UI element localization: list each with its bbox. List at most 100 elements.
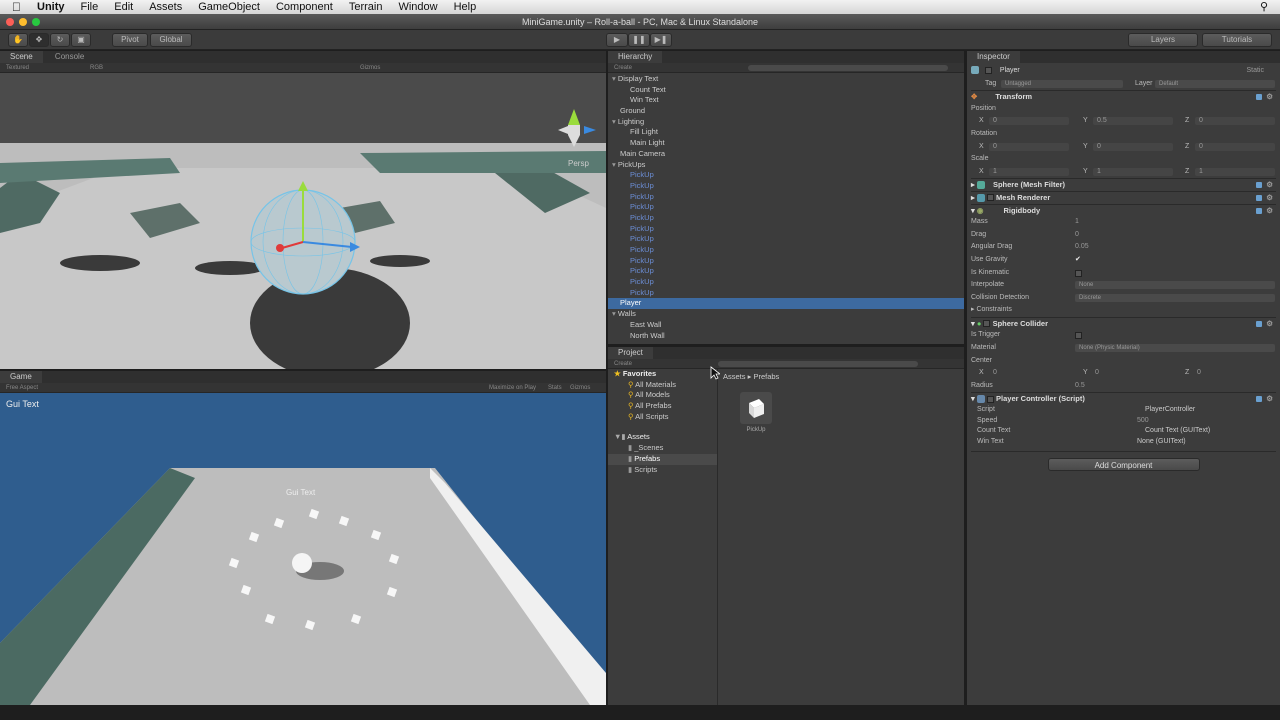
- active-checkbox[interactable]: [984, 66, 992, 74]
- count-text-field[interactable]: Count Text (GUIText): [1145, 426, 1210, 437]
- drag-field[interactable]: 0: [1075, 229, 1079, 242]
- hierarchy-item-east-wall[interactable]: East Wall: [608, 320, 964, 331]
- minimize-window-button[interactable]: [19, 18, 27, 26]
- sphere-collider-enabled-checkbox[interactable]: [983, 320, 991, 328]
- rotate-tool-button[interactable]: ↻: [50, 33, 70, 47]
- tab-project[interactable]: Project: [608, 347, 653, 359]
- rigidbody-header[interactable]: ▾ ◉ Rigidbody ⚙: [971, 203, 1276, 217]
- menu-terrain[interactable]: Terrain: [341, 0, 391, 14]
- layers-dropdown[interactable]: Layers: [1128, 33, 1198, 47]
- hierarchy-item-pickup[interactable]: PickUp: [608, 213, 964, 224]
- menu-gameobject[interactable]: GameObject: [190, 0, 268, 14]
- menu-file[interactable]: File: [73, 0, 107, 14]
- constraints-row[interactable]: ▸ Constraints: [971, 304, 1276, 317]
- step-button[interactable]: ▶❚: [650, 33, 672, 47]
- game-viewport[interactable]: Gui Text Gui Text: [0, 393, 606, 705]
- hierarchy-item-walls[interactable]: ▾ Walls: [608, 309, 964, 320]
- render-mode-dropdown[interactable]: Textured: [6, 65, 29, 71]
- asset-pickup[interactable]: PickUp: [739, 391, 773, 433]
- scene-viewport[interactable]: Persp: [0, 73, 606, 369]
- breadcrumb-prefabs[interactable]: Prefabs: [753, 372, 779, 381]
- tab-hierarchy[interactable]: Hierarchy: [608, 51, 663, 63]
- center-x-field[interactable]: 0: [993, 367, 997, 380]
- rotation-z-field[interactable]: [1195, 142, 1275, 151]
- hierarchy-item-pickup[interactable]: PickUp: [608, 202, 964, 213]
- menu-window[interactable]: Window: [390, 0, 445, 14]
- breadcrumb-assets[interactable]: Assets: [723, 372, 746, 381]
- is-trigger-checkbox[interactable]: [1075, 332, 1082, 340]
- hand-tool-button[interactable]: ✋: [8, 33, 28, 47]
- favorite-all-prefabs[interactable]: ⚲ All Prefabs: [608, 401, 717, 412]
- rotation-y-field[interactable]: [1093, 142, 1173, 151]
- position-x-field[interactable]: [989, 117, 1069, 126]
- game-gizmos-dropdown[interactable]: Gizmos: [570, 383, 590, 393]
- favorite-all-scripts[interactable]: ⚲ All Scripts: [608, 412, 717, 423]
- menu-edit[interactable]: Edit: [106, 0, 141, 14]
- help-icon[interactable]: [1256, 94, 1262, 101]
- hierarchy-item-main-light[interactable]: Main Light: [608, 138, 964, 149]
- help-icon[interactable]: [1256, 182, 1262, 189]
- hierarchy-item-display-text[interactable]: ▾ Display Text: [608, 74, 964, 85]
- help-icon[interactable]: [1256, 320, 1262, 327]
- hierarchy-search-field[interactable]: [748, 65, 948, 71]
- menu-component[interactable]: Component: [268, 0, 341, 14]
- center-y-field[interactable]: 0: [1095, 367, 1099, 380]
- is-kinematic-checkbox[interactable]: [1075, 269, 1082, 277]
- mass-field[interactable]: 1: [1075, 216, 1079, 229]
- hierarchy-item-pickup[interactable]: PickUp: [608, 234, 964, 245]
- favorites-header[interactable]: ★ Favorites: [608, 369, 717, 380]
- layout-dropdown[interactable]: Tutorials: [1202, 33, 1272, 47]
- hierarchy-item-pickup[interactable]: PickUp: [608, 181, 964, 192]
- use-gravity-checkbox[interactable]: ✔: [1075, 254, 1081, 267]
- pivot-toggle[interactable]: Pivot: [112, 33, 148, 47]
- favorite-all-materials[interactable]: ⚲ All Materials: [608, 380, 717, 391]
- scale-x-field[interactable]: [989, 167, 1069, 176]
- help-icon[interactable]: [1256, 207, 1262, 214]
- scale-tool-button[interactable]: ▣: [71, 33, 91, 47]
- hierarchy-item-player[interactable]: Player: [608, 298, 964, 310]
- hierarchy-item-pickup[interactable]: PickUp: [608, 256, 964, 267]
- stats-toggle[interactable]: Stats: [548, 383, 562, 393]
- favorite-all-models[interactable]: ⚲ All Models: [608, 390, 717, 401]
- hierarchy-create-dropdown[interactable]: Create: [614, 65, 632, 71]
- menu-help[interactable]: Help: [446, 0, 485, 14]
- hierarchy-item-pickup[interactable]: PickUp: [608, 288, 964, 299]
- collision-detection-dropdown[interactable]: [1075, 293, 1275, 302]
- static-checkbox[interactable]: Static: [1246, 65, 1264, 78]
- speed-field[interactable]: 500: [1137, 416, 1149, 427]
- hierarchy-item-pickup[interactable]: PickUp: [608, 266, 964, 277]
- hierarchy-item-fill-light[interactable]: Fill Light: [608, 127, 964, 138]
- mesh-filter-header[interactable]: ▸ Sphere (Mesh Filter) ⚙: [971, 178, 1276, 191]
- player-controller-enabled-checkbox[interactable]: [986, 395, 994, 403]
- spotlight-search-icon[interactable]: ⚲: [1260, 0, 1268, 13]
- folder-scripts[interactable]: ▮ Scripts: [608, 465, 717, 476]
- object-name-field[interactable]: Player: [1000, 67, 1020, 74]
- angular-drag-field[interactable]: 0.05: [1075, 241, 1089, 254]
- color-mode-dropdown[interactable]: RGB: [90, 63, 103, 73]
- hierarchy-item-lighting[interactable]: ▾ Lighting: [608, 117, 964, 128]
- win-text-field[interactable]: None (GUIText): [1137, 437, 1186, 448]
- folder-prefabs[interactable]: ▮ Prefabs: [608, 453, 717, 465]
- apple-icon[interactable]: : [0, 0, 29, 14]
- hierarchy-item-pickups[interactable]: ▾ PickUps: [608, 160, 964, 171]
- tab-scene[interactable]: Scene: [0, 51, 43, 63]
- position-z-field[interactable]: [1195, 117, 1275, 126]
- menu-assets[interactable]: Assets: [141, 0, 190, 14]
- rotation-x-field[interactable]: [989, 142, 1069, 151]
- scene-gizmos-dropdown[interactable]: Gizmos: [360, 63, 380, 73]
- project-create-dropdown[interactable]: Create: [614, 361, 632, 367]
- hierarchy-item-ground[interactable]: Ground: [608, 106, 964, 117]
- help-icon[interactable]: [1256, 396, 1262, 403]
- hierarchy-item-pickup[interactable]: PickUp: [608, 170, 964, 181]
- move-tool-button[interactable]: ✥: [29, 33, 49, 47]
- center-z-field[interactable]: 0: [1197, 367, 1201, 380]
- player-controller-header[interactable]: ▾ Player Controller (Script) ⚙: [971, 392, 1276, 405]
- menu-app[interactable]: Unity: [29, 0, 73, 14]
- hierarchy-item-pickup[interactable]: PickUp: [608, 192, 964, 203]
- aspect-dropdown[interactable]: Free Aspect: [6, 385, 38, 391]
- tab-inspector[interactable]: Inspector: [967, 51, 1020, 63]
- assets-folder[interactable]: ▼▮ Assets: [608, 432, 717, 443]
- maximize-on-play-toggle[interactable]: Maximize on Play: [489, 383, 536, 393]
- scale-y-field[interactable]: [1093, 167, 1173, 176]
- hierarchy-item-pickup[interactable]: PickUp: [608, 245, 964, 256]
